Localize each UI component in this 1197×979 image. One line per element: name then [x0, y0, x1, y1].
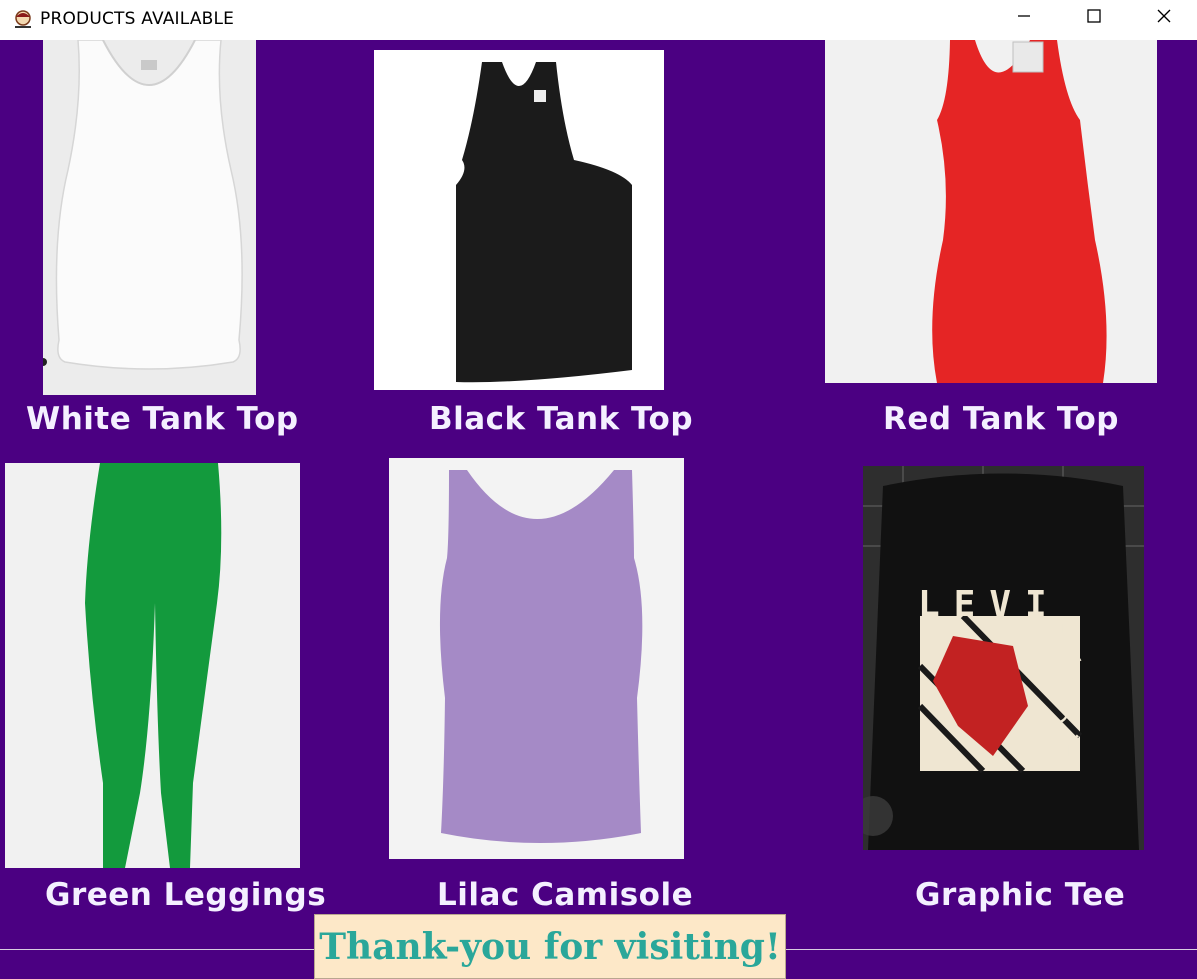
thank-you-message: Thank-you for visiting! — [319, 925, 781, 968]
red-tank-top-image — [825, 40, 1157, 383]
title-bar: PRODUCTS AVAILABLE — [0, 0, 1197, 40]
app-logo-icon — [12, 8, 34, 30]
maximize-button[interactable] — [1060, 0, 1128, 36]
close-icon — [1156, 8, 1172, 28]
product-label-black-tank-top: Black Tank Top — [429, 401, 694, 437]
lilac-camisole-image — [389, 458, 684, 859]
close-button[interactable] — [1130, 0, 1197, 36]
maximize-icon — [1086, 8, 1102, 28]
graphic-print-text: LEVI — [918, 584, 1061, 625]
minimize-button[interactable] — [990, 0, 1058, 36]
black-tank-top-image — [374, 50, 664, 390]
green-leggings-image — [5, 463, 300, 868]
thank-you-banner: Thank-you for visiting! — [314, 914, 786, 979]
product-gallery: White Tank Top Black Tank Top Red Tank T… — [0, 40, 1197, 979]
graphic-tee-image: LEVI リヴァイ — [863, 466, 1144, 850]
product-label-green-leggings: Green Leggings — [45, 877, 327, 913]
product-label-lilac-camisole: Lilac Camisole — [437, 877, 694, 913]
minimize-icon — [1016, 8, 1032, 28]
white-tank-top-image — [43, 40, 256, 395]
window-title: PRODUCTS AVAILABLE — [40, 9, 235, 29]
product-label-graphic-tee: Graphic Tee — [915, 877, 1126, 913]
product-label-red-tank-top: Red Tank Top — [883, 401, 1119, 437]
graphic-print-side-text: リヴァイ — [1053, 617, 1083, 766]
product-label-white-tank-top: White Tank Top — [26, 401, 299, 437]
